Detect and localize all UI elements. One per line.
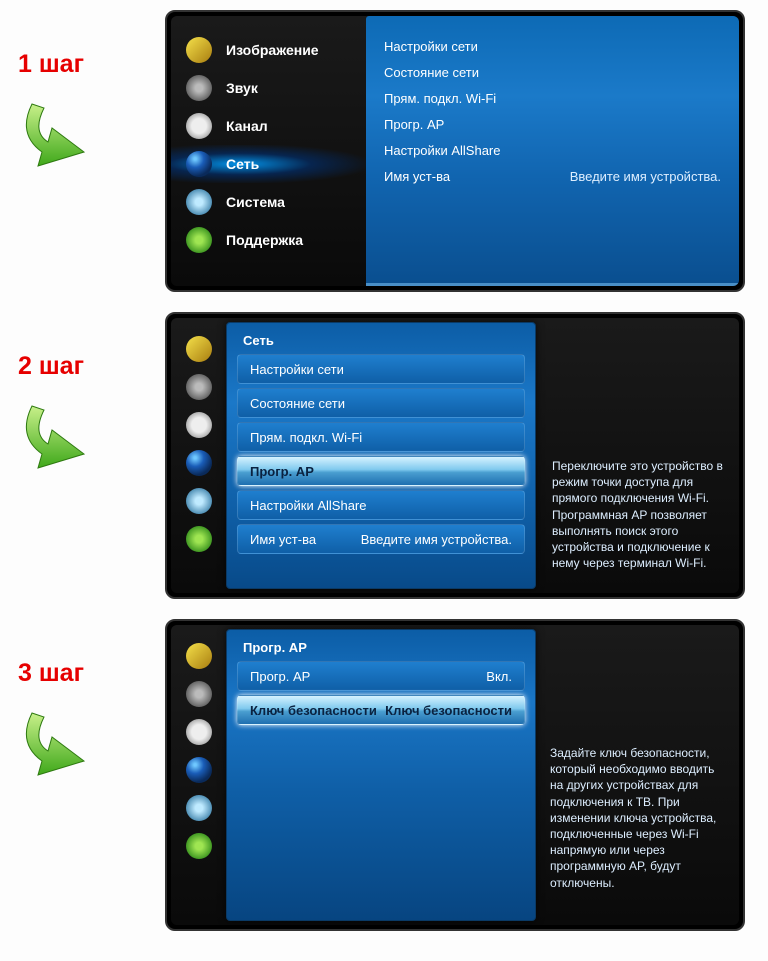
- row-value: Ключ безопасности: [385, 696, 512, 726]
- panel-title: Сеть: [237, 331, 525, 354]
- arrow-icon: [12, 94, 122, 174]
- option-row[interactable]: Состояние сети: [237, 388, 525, 418]
- option-row[interactable]: Прям. подкл. Wi-Fi: [237, 422, 525, 452]
- main-item-label: Звук: [226, 80, 258, 96]
- main-item-network[interactable]: Сеть: [171, 145, 366, 183]
- main-item-label: Изображение: [226, 42, 319, 58]
- row-value: Вкл.: [486, 662, 512, 692]
- step-2-text: 2 шаг: [18, 352, 165, 381]
- channel-icon[interactable]: [186, 719, 212, 745]
- network-icon: [186, 151, 212, 177]
- main-item-channel[interactable]: Канал: [171, 107, 366, 145]
- device-name-label: Имя уст-ва: [384, 169, 450, 184]
- submenu-item[interactable]: Состояние сети: [384, 60, 721, 86]
- support-icon[interactable]: [186, 526, 212, 552]
- main-item-sound[interactable]: Звук: [171, 69, 366, 107]
- panel-title: Прогр. AP: [237, 638, 525, 661]
- device-name-hint: Введите имя устройства.: [570, 164, 721, 190]
- main-item-support[interactable]: Поддержка: [171, 221, 366, 259]
- submenu-item-device[interactable]: Имя уст-ва Введите имя устройства.: [384, 164, 721, 190]
- support-icon[interactable]: [186, 833, 212, 859]
- option-row[interactable]: Настройки сети: [237, 354, 525, 384]
- step-3-label: 3 шаг: [0, 619, 165, 788]
- main-item-picture[interactable]: Изображение: [171, 31, 366, 69]
- main-item-system[interactable]: Система: [171, 183, 366, 221]
- arrow-icon: [12, 703, 122, 783]
- option-row-soft-ap-toggle[interactable]: Прогр. AP Вкл.: [237, 661, 525, 691]
- main-item-label: Система: [226, 194, 285, 210]
- option-row-soft-ap[interactable]: Прогр. AP: [237, 456, 525, 486]
- support-icon: [186, 227, 212, 253]
- tv-screen-1: Изображение Звук Канал Сеть Система: [165, 10, 745, 292]
- tv-screen-3: Прогр. AP Прогр. AP Вкл. Ключ безопаснос…: [165, 619, 745, 931]
- main-item-label: Сеть: [226, 156, 259, 172]
- arrow-icon: [12, 396, 122, 476]
- step-1-label: 1 шаг: [0, 10, 165, 179]
- system-icon[interactable]: [186, 795, 212, 821]
- network-icon[interactable]: [186, 450, 212, 476]
- sound-icon: [186, 75, 212, 101]
- description-text: Задайте ключ безопасности, который необх…: [536, 625, 739, 925]
- step-1-text: 1 шаг: [18, 50, 165, 79]
- option-row-device[interactable]: Имя уст-ва Введите имя устройства.: [237, 524, 525, 554]
- channel-icon: [186, 113, 212, 139]
- picture-icon[interactable]: [186, 336, 212, 362]
- submenu-item[interactable]: Прям. подкл. Wi-Fi: [384, 86, 721, 112]
- row-label: Прогр. AP: [250, 669, 310, 684]
- network-panel: Сеть Настройки сети Состояние сети Прям.…: [226, 322, 536, 589]
- channel-icon[interactable]: [186, 412, 212, 438]
- step-2-label: 2 шаг: [0, 312, 165, 481]
- row-label: Ключ безопасности: [250, 703, 377, 718]
- device-name-label: Имя уст-ва: [250, 532, 316, 547]
- picture-icon: [186, 37, 212, 63]
- sound-icon[interactable]: [186, 681, 212, 707]
- main-item-label: Канал: [226, 118, 268, 134]
- device-name-hint: Введите имя устройства.: [361, 525, 512, 555]
- description-text: Переключите это устройство в режим точки…: [536, 318, 739, 593]
- system-icon: [186, 189, 212, 215]
- picture-icon[interactable]: [186, 643, 212, 669]
- option-row-security-key[interactable]: Ключ безопасности Ключ безопасности: [237, 695, 525, 725]
- system-icon[interactable]: [186, 488, 212, 514]
- sound-icon[interactable]: [186, 374, 212, 400]
- side-icon-strip: [171, 625, 226, 925]
- main-menu: Изображение Звук Канал Сеть Система: [171, 16, 366, 286]
- submenu-panel: Настройки сети Состояние сети Прям. подк…: [366, 16, 739, 286]
- option-row[interactable]: Настройки AllShare: [237, 490, 525, 520]
- soft-ap-panel: Прогр. AP Прогр. AP Вкл. Ключ безопаснос…: [226, 629, 536, 921]
- submenu-item[interactable]: Настройки AllShare: [384, 138, 721, 164]
- main-item-label: Поддержка: [226, 232, 303, 248]
- step-3-text: 3 шаг: [18, 659, 165, 688]
- tv-screen-2: Сеть Настройки сети Состояние сети Прям.…: [165, 312, 745, 599]
- submenu-item[interactable]: Настройки сети: [384, 34, 721, 60]
- side-icon-strip: [171, 318, 226, 593]
- network-icon[interactable]: [186, 757, 212, 783]
- submenu-item[interactable]: Прогр. AP: [384, 112, 721, 138]
